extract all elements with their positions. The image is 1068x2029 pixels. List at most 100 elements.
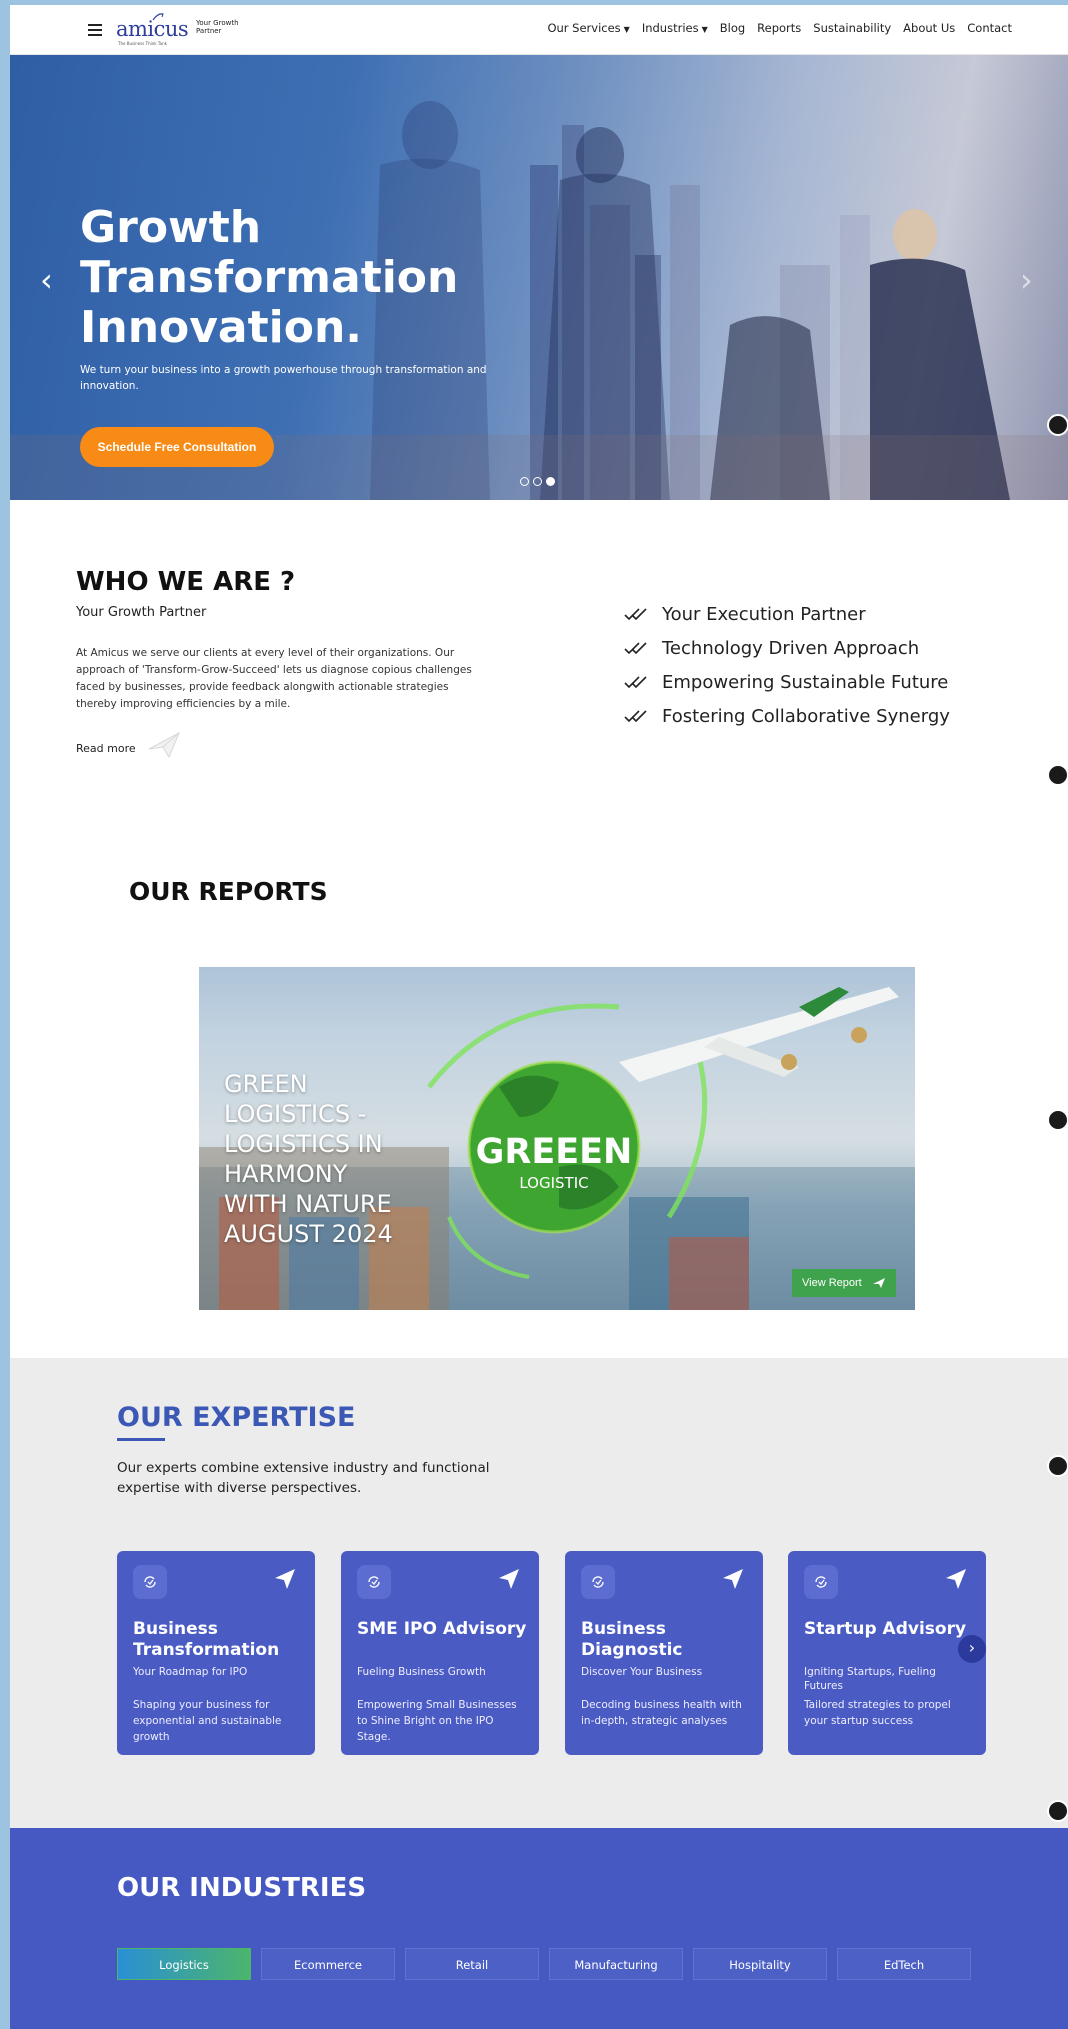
navigation-arrow-icon [275,1569,295,1589]
slide-dot[interactable] [520,477,529,486]
nav-item-label: Industries [641,21,699,35]
industry-tab-edtech[interactable]: EdTech [837,1948,971,1980]
nav-item-reports[interactable]: Reports [757,21,801,35]
who-we-are-point: Empowering Sustainable Future [624,665,950,699]
hero-banner: ‹ › Growth Transformation Innovation. We t… [10,55,1068,500]
logo-subtext: The Business Think Tank [118,41,167,46]
expertise-card-text: Empowering Small Businesses to Shine Bri… [357,1699,517,1743]
industry-tabs: Logistics Ecommerce Retail Manufacturing Hos… [117,1948,971,1980]
our-industries-heading: OUR INDUSTRIES [117,1873,367,1903]
expertise-card-tagline: Igniting Startups, Fueling Futures [804,1666,936,1692]
nav-item-contact[interactable]: Contact [967,21,1012,35]
caret-down-icon: ▼ [701,25,708,34]
header-tagline: Your Growth Partner [196,19,239,35]
nav-item-label: Blog [719,21,746,35]
nav-item-label: About Us [903,21,956,35]
who-we-are-point-label: Fostering Collaborative Synergy [662,705,950,727]
site-header: amicus The Business Think Tank Your Grow… [10,5,1068,55]
read-more-link[interactable]: Read more [76,742,136,755]
chat-bubble-icon[interactable] [1047,764,1068,786]
who-we-are-point: Fostering Collaborative Synergy [624,699,950,733]
who-we-are-point: Your Execution Partner [624,597,950,631]
carousel-next-icon[interactable]: › [958,1635,986,1663]
report-globe-subtitle: LOGISTIC [519,1174,589,1192]
chat-bubble-icon[interactable] [1047,1800,1068,1822]
who-we-are-point-label: Your Execution Partner [662,603,866,625]
slide-dot[interactable] [533,477,542,486]
industry-tab-logistics[interactable]: Logistics [117,1948,251,1980]
refresh-icon [581,1565,615,1599]
who-we-are-point-label: Empowering Sustainable Future [662,671,949,693]
who-we-are-body: At Amicus we serve our clients at every … [76,647,472,710]
report-card[interactable]: GREEN LOGISTICS - LOGISTICS IN HARMONY W… [199,967,915,1310]
double-check-icon [624,710,647,723]
send-arrow-icon [873,1278,885,1288]
expertise-card-tagline: Your Roadmap for IPO [133,1666,248,1678]
nav-item-label: Sustainability [813,21,892,35]
navigation-arrow-icon [946,1569,966,1589]
expertise-card-title: SME IPO Advisory [357,1619,527,1639]
expertise-card-title: Business Diagnostic [581,1619,683,1660]
industry-tab-hospitality[interactable]: Hospitality [693,1948,827,1980]
hero-title: Growth Transformation Innovation. [80,203,680,353]
industry-tab-manufacturing[interactable]: Manufacturing [549,1948,683,1980]
chat-bubble-icon[interactable] [1047,1455,1068,1477]
page-frame: amicus The Business Think Tank Your Grow… [10,5,1068,2029]
hero-title-line: Growth [80,202,262,253]
hero-subtitle: We turn your business into a growth powe… [80,364,487,392]
industry-tab-ecommerce[interactable]: Ecommerce [261,1948,395,1980]
refresh-icon [357,1565,391,1599]
expertise-card-text: Decoding business health with in-depth, … [581,1699,742,1727]
expertise-card-text: Shaping your business for exponential an… [133,1699,282,1743]
double-check-icon [624,642,647,655]
expertise-card-text: Tailored strategies to propel your start… [804,1699,951,1727]
double-check-icon [624,608,647,621]
main-nav: Our Services ▼ Industries ▼ Blog Reports Susta… [547,21,1012,35]
nav-item-label: Contact [967,21,1012,35]
hero-next-arrow-icon[interactable]: › [1020,261,1033,299]
hamburger-menu-icon[interactable] [88,24,102,36]
amicus-logo[interactable]: amicus The Business Think Tank [116,13,189,47]
nav-item-sustainability[interactable]: Sustainability [813,21,891,35]
report-globe-title: GREEEN [475,1132,633,1172]
view-report-label: View Report [802,1277,862,1289]
chat-bubble-icon[interactable] [1047,414,1068,436]
our-expertise-section: OUR EXPERTISE Our experts combine extens… [10,1358,1068,1828]
industry-tab-retail[interactable]: Retail [405,1948,539,1980]
expertise-card-title: Business Transformation [133,1619,280,1660]
paper-plane-icon [148,731,180,759]
expertise-card-title: Startup Advisory [804,1619,967,1639]
who-we-are-heading: WHO WE ARE ? [76,567,296,597]
nav-item-industries[interactable]: Industries ▼ [642,21,708,35]
hero-prev-arrow-icon[interactable]: ‹ [40,261,53,299]
logo-wordmark: amicus [116,17,189,41]
expertise-card[interactable]: SME IPO Advisory Fueling Business Growth E… [341,1551,539,1755]
schedule-consultation-button[interactable]: Schedule Free Consultation [80,427,274,467]
view-report-button[interactable]: View Report [792,1269,896,1297]
nav-item-our-services[interactable]: Our Services ▼ [547,21,629,35]
heading-underline [117,1438,165,1441]
who-we-are-subheading: Your Growth Partner [76,605,207,620]
our-expertise-heading: OUR EXPERTISE [117,1402,356,1433]
expertise-card[interactable]: Business Transformation Your Roadmap for … [117,1551,315,1755]
nav-item-label: Our Services [547,21,621,35]
who-we-are-points: Your Execution Partner Technology Driven … [624,597,950,733]
slide-dot[interactable] [546,477,555,486]
refresh-icon [133,1565,167,1599]
hero-title-line: Transformation [80,252,459,303]
chat-bubble-icon[interactable] [1047,1109,1068,1131]
refresh-icon [804,1565,838,1599]
our-industries-section: OUR INDUSTRIES Logistics Ecommerce Retail M… [10,1828,1068,2029]
expertise-card[interactable]: Startup Advisory Igniting Startups, Fueli… [788,1551,986,1755]
nav-item-about-us[interactable]: About Us [903,21,955,35]
navigation-arrow-icon [723,1569,743,1589]
expertise-card[interactable]: Business Diagnostic Discover Your Busines… [565,1551,763,1755]
caret-down-icon: ▼ [623,25,630,34]
our-expertise-description: Our experts combine extensive industry a… [117,1460,490,1496]
hero-title-line: Innovation. [80,302,363,353]
nav-item-label: Reports [757,21,802,35]
double-check-icon [624,676,647,689]
who-we-are-point-label: Technology Driven Approach [662,637,920,659]
expertise-card-tagline: Fueling Business Growth [357,1666,486,1678]
nav-item-blog[interactable]: Blog [720,21,745,35]
